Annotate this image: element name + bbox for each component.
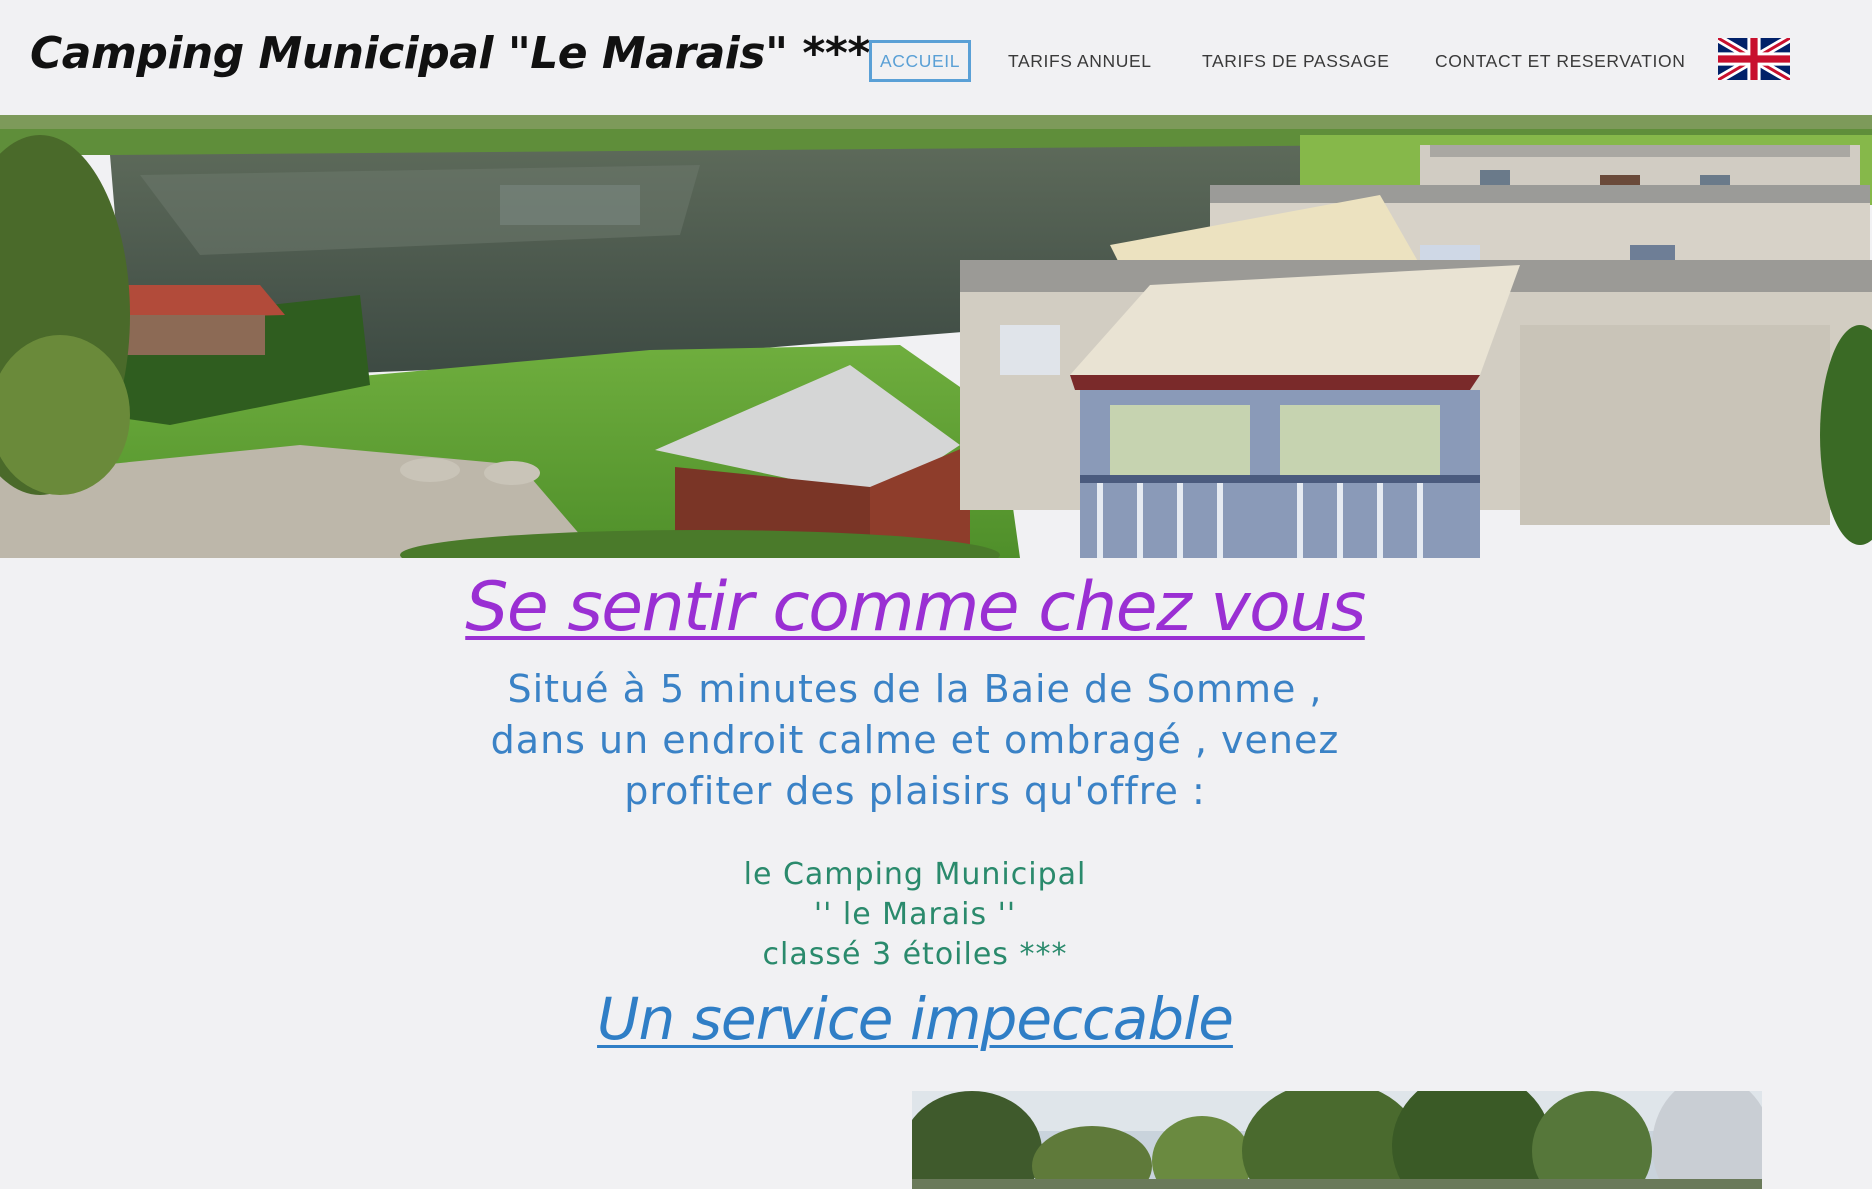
campsite-lake-photo (0, 115, 1872, 558)
main-nav: ACCUEIL TARIFS ANNUEL TARIFS DE PASSAGE … (0, 40, 1872, 84)
intro-line: Situé à 5 minutes de la Baie de Somme , (507, 667, 1323, 711)
camp-line: '' le Marais '' (813, 897, 1017, 932)
main-heading: Se sentir comme chez vous (465, 568, 1366, 647)
site-header: Camping Municipal "Le Marais" *** ACCUEI… (0, 0, 1872, 115)
nav-item-contact-et-reservation[interactable]: CONTACT ET RESERVATION (1435, 40, 1685, 82)
camp-line: classé 3 étoiles *** (762, 937, 1068, 972)
campsite-trees-photo (912, 1091, 1762, 1189)
service-heading: Un service impeccable (597, 985, 1234, 1053)
hero-photo (0, 115, 1872, 558)
intro-line: profiter des plaisirs qu'offre : (624, 769, 1206, 813)
camp-line: le Camping Municipal (743, 857, 1087, 892)
nav-item-accueil[interactable]: ACCUEIL (869, 40, 972, 82)
trees-photo-image (912, 1091, 1762, 1189)
intro-text: Situé à 5 minutes de la Baie de Somme , … (415, 664, 1415, 817)
uk-flag-icon[interactable] (1718, 38, 1790, 80)
nav-item-tarifs-annuel[interactable]: TARIFS ANNUEL (1008, 40, 1152, 82)
intro-line: dans un endroit calme et ombragé , venez (490, 718, 1340, 762)
camping-name-block: le Camping Municipal '' le Marais '' cla… (0, 855, 1830, 975)
nav-item-tarifs-de-passage[interactable]: TARIFS DE PASSAGE (1202, 40, 1390, 82)
